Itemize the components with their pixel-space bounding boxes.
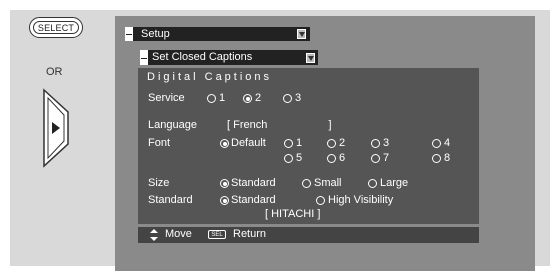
panel-title: Digital Captions	[147, 71, 273, 83]
font-label: Font	[148, 137, 171, 149]
service-label: Service	[148, 92, 185, 104]
dropdown-arrow-icon[interactable]	[297, 29, 306, 39]
return-label: Return	[233, 228, 267, 240]
service-radio-2[interactable]	[243, 94, 252, 103]
font-radio-5[interactable]	[284, 154, 293, 163]
setup-menu-bar[interactable]: Setup	[125, 27, 310, 41]
standard-label: Standard	[148, 194, 193, 206]
service-option-2: 2	[255, 92, 262, 104]
service-option-3: 3	[295, 92, 302, 104]
font-radio-2[interactable]	[327, 139, 336, 148]
dropdown-arrow-icon[interactable]	[306, 53, 315, 63]
brand-label: [ HITACHI ]	[265, 208, 321, 220]
font-option-6: 6	[339, 152, 346, 164]
help-bar: Move SEL Return	[138, 227, 479, 243]
size-radio-standard[interactable]	[220, 179, 229, 188]
closed-captions-menu-bar[interactable]: Set Closed Captions	[140, 50, 318, 65]
font-radio-6[interactable]	[327, 154, 336, 163]
font-option-8: 8	[444, 152, 451, 164]
size-option-standard: Standard	[231, 177, 276, 189]
font-option-4: 4	[444, 137, 451, 149]
sel-key-icon: SEL	[208, 230, 226, 239]
service-option-1: 1	[219, 92, 226, 104]
language-label: Language	[148, 119, 197, 131]
standard-radio-high-visibility[interactable]	[316, 196, 325, 205]
font-radio-7[interactable]	[371, 154, 380, 163]
standard-option-standard: Standard	[231, 194, 276, 206]
right-arrow-key-icon[interactable]	[36, 88, 76, 168]
select-button[interactable]: SELECT	[29, 17, 83, 38]
menu-tab-icon	[125, 27, 133, 41]
service-radio-3[interactable]	[283, 94, 292, 103]
submenu-label: Set Closed Captions	[152, 51, 253, 63]
font-option-2: 2	[339, 137, 346, 149]
standard-option-high-visibility: High Visibility	[328, 194, 394, 206]
font-option-3: 3	[383, 137, 390, 149]
size-option-large: Large	[380, 177, 409, 189]
font-option-1: 1	[296, 137, 303, 149]
size-option-small: Small	[314, 177, 342, 189]
size-radio-large[interactable]	[368, 179, 377, 188]
standard-radio-standard[interactable]	[220, 196, 229, 205]
setup-label: Setup	[141, 28, 170, 40]
select-button-label: SELECT	[33, 21, 79, 34]
service-radio-1[interactable]	[207, 94, 216, 103]
font-radio-8[interactable]	[432, 154, 441, 163]
font-radio-4[interactable]	[432, 139, 441, 148]
language-value[interactable]: [ French ]	[227, 119, 332, 131]
font-option-default: Default	[231, 137, 266, 149]
font-radio-3[interactable]	[371, 139, 380, 148]
font-radio-1[interactable]	[284, 139, 293, 148]
move-label: Move	[165, 228, 192, 240]
font-radio-default[interactable]	[220, 139, 229, 148]
font-option-7: 7	[383, 152, 390, 164]
size-label: Size	[148, 177, 170, 189]
font-option-5: 5	[296, 152, 303, 164]
submenu-tab-icon	[140, 50, 148, 65]
or-label: OR	[46, 66, 63, 78]
up-down-arrow-icon	[150, 229, 158, 241]
size-radio-small[interactable]	[302, 179, 311, 188]
